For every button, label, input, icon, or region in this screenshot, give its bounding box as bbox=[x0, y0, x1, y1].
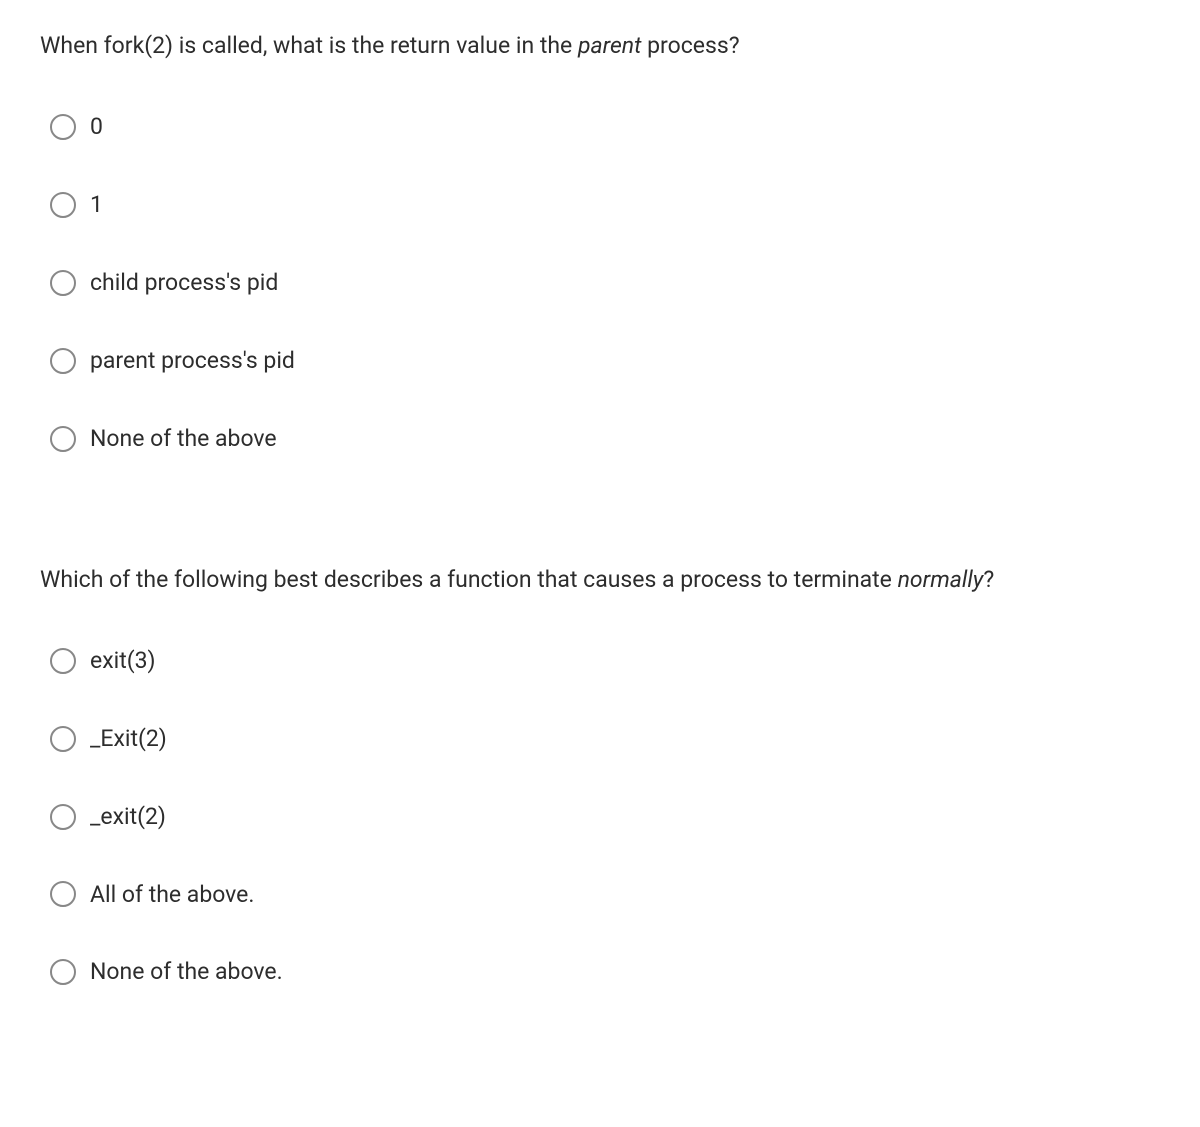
option-row[interactable]: None of the above. bbox=[50, 957, 1160, 987]
option-row[interactable]: child process's pid bbox=[50, 268, 1160, 298]
option-label: _exit(2) bbox=[90, 802, 166, 832]
option-label: parent process's pid bbox=[90, 346, 295, 376]
question-prompt-1: When fork(2) is called, what is the retu… bbox=[40, 30, 1160, 62]
radio-icon[interactable] bbox=[50, 804, 76, 830]
option-row[interactable]: _Exit(2) bbox=[50, 724, 1160, 754]
question-prompt-2: Which of the following best describes a … bbox=[40, 564, 1160, 596]
radio-icon[interactable] bbox=[50, 114, 76, 140]
radio-icon[interactable] bbox=[50, 426, 76, 452]
question-prompt-italic: parent bbox=[578, 32, 641, 59]
question-block-1: When fork(2) is called, what is the retu… bbox=[40, 30, 1160, 454]
question-prompt-prefix: Which of the following best describes a … bbox=[40, 566, 898, 593]
option-label: child process's pid bbox=[90, 268, 278, 298]
option-row[interactable]: None of the above bbox=[50, 424, 1160, 454]
options-list-1: 0 1 child process's pid parent process's… bbox=[40, 112, 1160, 453]
option-row[interactable]: 1 bbox=[50, 190, 1160, 220]
radio-icon[interactable] bbox=[50, 270, 76, 296]
option-row[interactable]: 0 bbox=[50, 112, 1160, 142]
question-prompt-italic: normally bbox=[898, 566, 984, 593]
radio-icon[interactable] bbox=[50, 881, 76, 907]
option-label: exit(3) bbox=[90, 646, 156, 676]
option-row[interactable]: _exit(2) bbox=[50, 802, 1160, 832]
option-label: _Exit(2) bbox=[90, 724, 167, 754]
option-row[interactable]: parent process's pid bbox=[50, 346, 1160, 376]
option-row[interactable]: All of the above. bbox=[50, 880, 1160, 910]
radio-icon[interactable] bbox=[50, 648, 76, 674]
option-label: 1 bbox=[90, 190, 103, 220]
radio-icon[interactable] bbox=[50, 959, 76, 985]
radio-icon[interactable] bbox=[50, 348, 76, 374]
options-list-2: exit(3) _Exit(2) _exit(2) All of the abo… bbox=[40, 646, 1160, 987]
question-prompt-prefix: When fork(2) is called, what is the retu… bbox=[40, 32, 578, 59]
option-label: None of the above. bbox=[90, 957, 283, 987]
question-prompt-suffix: ? bbox=[983, 566, 994, 593]
option-row[interactable]: exit(3) bbox=[50, 646, 1160, 676]
option-label: 0 bbox=[90, 112, 103, 142]
question-prompt-suffix: process? bbox=[641, 32, 739, 59]
option-label: None of the above bbox=[90, 424, 277, 454]
radio-icon[interactable] bbox=[50, 726, 76, 752]
option-label: All of the above. bbox=[90, 880, 254, 910]
question-block-2: Which of the following best describes a … bbox=[40, 564, 1160, 988]
radio-icon[interactable] bbox=[50, 192, 76, 218]
